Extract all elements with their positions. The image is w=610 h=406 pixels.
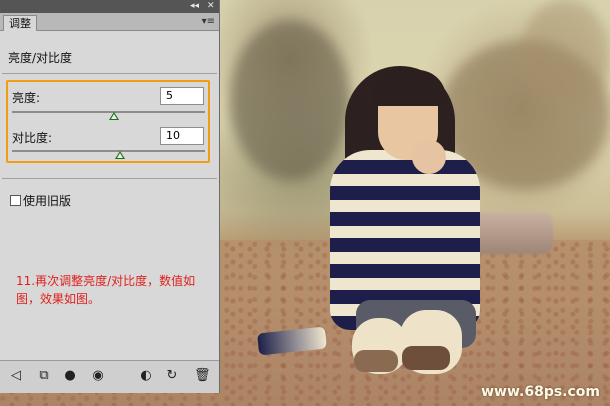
panel-title: 亮度/对比度	[8, 51, 73, 65]
layer-mask-icon[interactable]: ●	[62, 368, 78, 384]
panel-titlebar: ◂◂ ✕	[0, 0, 219, 13]
divider	[2, 178, 217, 179]
background-tree	[230, 20, 350, 180]
visibility-eye-icon[interactable]: ◉	[90, 368, 106, 384]
watermark: www.68ps.com	[481, 384, 600, 400]
tab-adjustments[interactable]: 调整	[3, 15, 37, 31]
brightness-label: 亮度:	[12, 91, 41, 105]
panel-tab-row: 调整 ▾≡	[0, 13, 219, 31]
girl-shoe	[354, 350, 398, 372]
use-legacy-checkbox[interactable]	[10, 195, 21, 206]
girl-shoe	[402, 346, 450, 370]
back-arrow-icon[interactable]: ◁	[8, 368, 24, 384]
panel-menu-icon[interactable]: ▾≡	[202, 16, 215, 27]
tutorial-note: 11.再次调整亮度/对比度，数值如图，效果如图。	[16, 274, 196, 306]
divider	[2, 73, 217, 74]
brightness-input[interactable]: 5	[160, 87, 204, 105]
girl-hand	[412, 140, 446, 174]
contrast-label: 对比度:	[12, 131, 53, 145]
previous-state-icon[interactable]: ◐	[138, 368, 154, 384]
contrast-slider-track[interactable]	[12, 150, 205, 152]
contrast-slider-thumb[interactable]	[115, 151, 126, 159]
use-legacy-label: 使用旧版	[23, 194, 72, 208]
trash-icon[interactable]: 🗑	[194, 368, 211, 384]
brightness-slider-thumb[interactable]	[109, 112, 120, 120]
contrast-input[interactable]: 10	[160, 127, 204, 145]
adjustments-panel: ◂◂ ✕ 调整 ▾≡ 亮度/对比度 亮度: 5 对比度: 10 使用旧版 11.…	[0, 0, 220, 393]
panel-footer-toolbar: ◁ ⧉ ● ◉ ◐ ↻ 🗑	[0, 360, 219, 393]
collapse-panel-icon[interactable]: ◂◂	[190, 1, 199, 11]
girl-bangs	[372, 70, 446, 106]
background-tree	[520, 0, 610, 110]
close-panel-icon[interactable]: ✕	[207, 1, 215, 11]
reset-icon[interactable]: ↻	[164, 368, 180, 384]
clip-to-layer-icon[interactable]: ⧉	[36, 368, 52, 384]
